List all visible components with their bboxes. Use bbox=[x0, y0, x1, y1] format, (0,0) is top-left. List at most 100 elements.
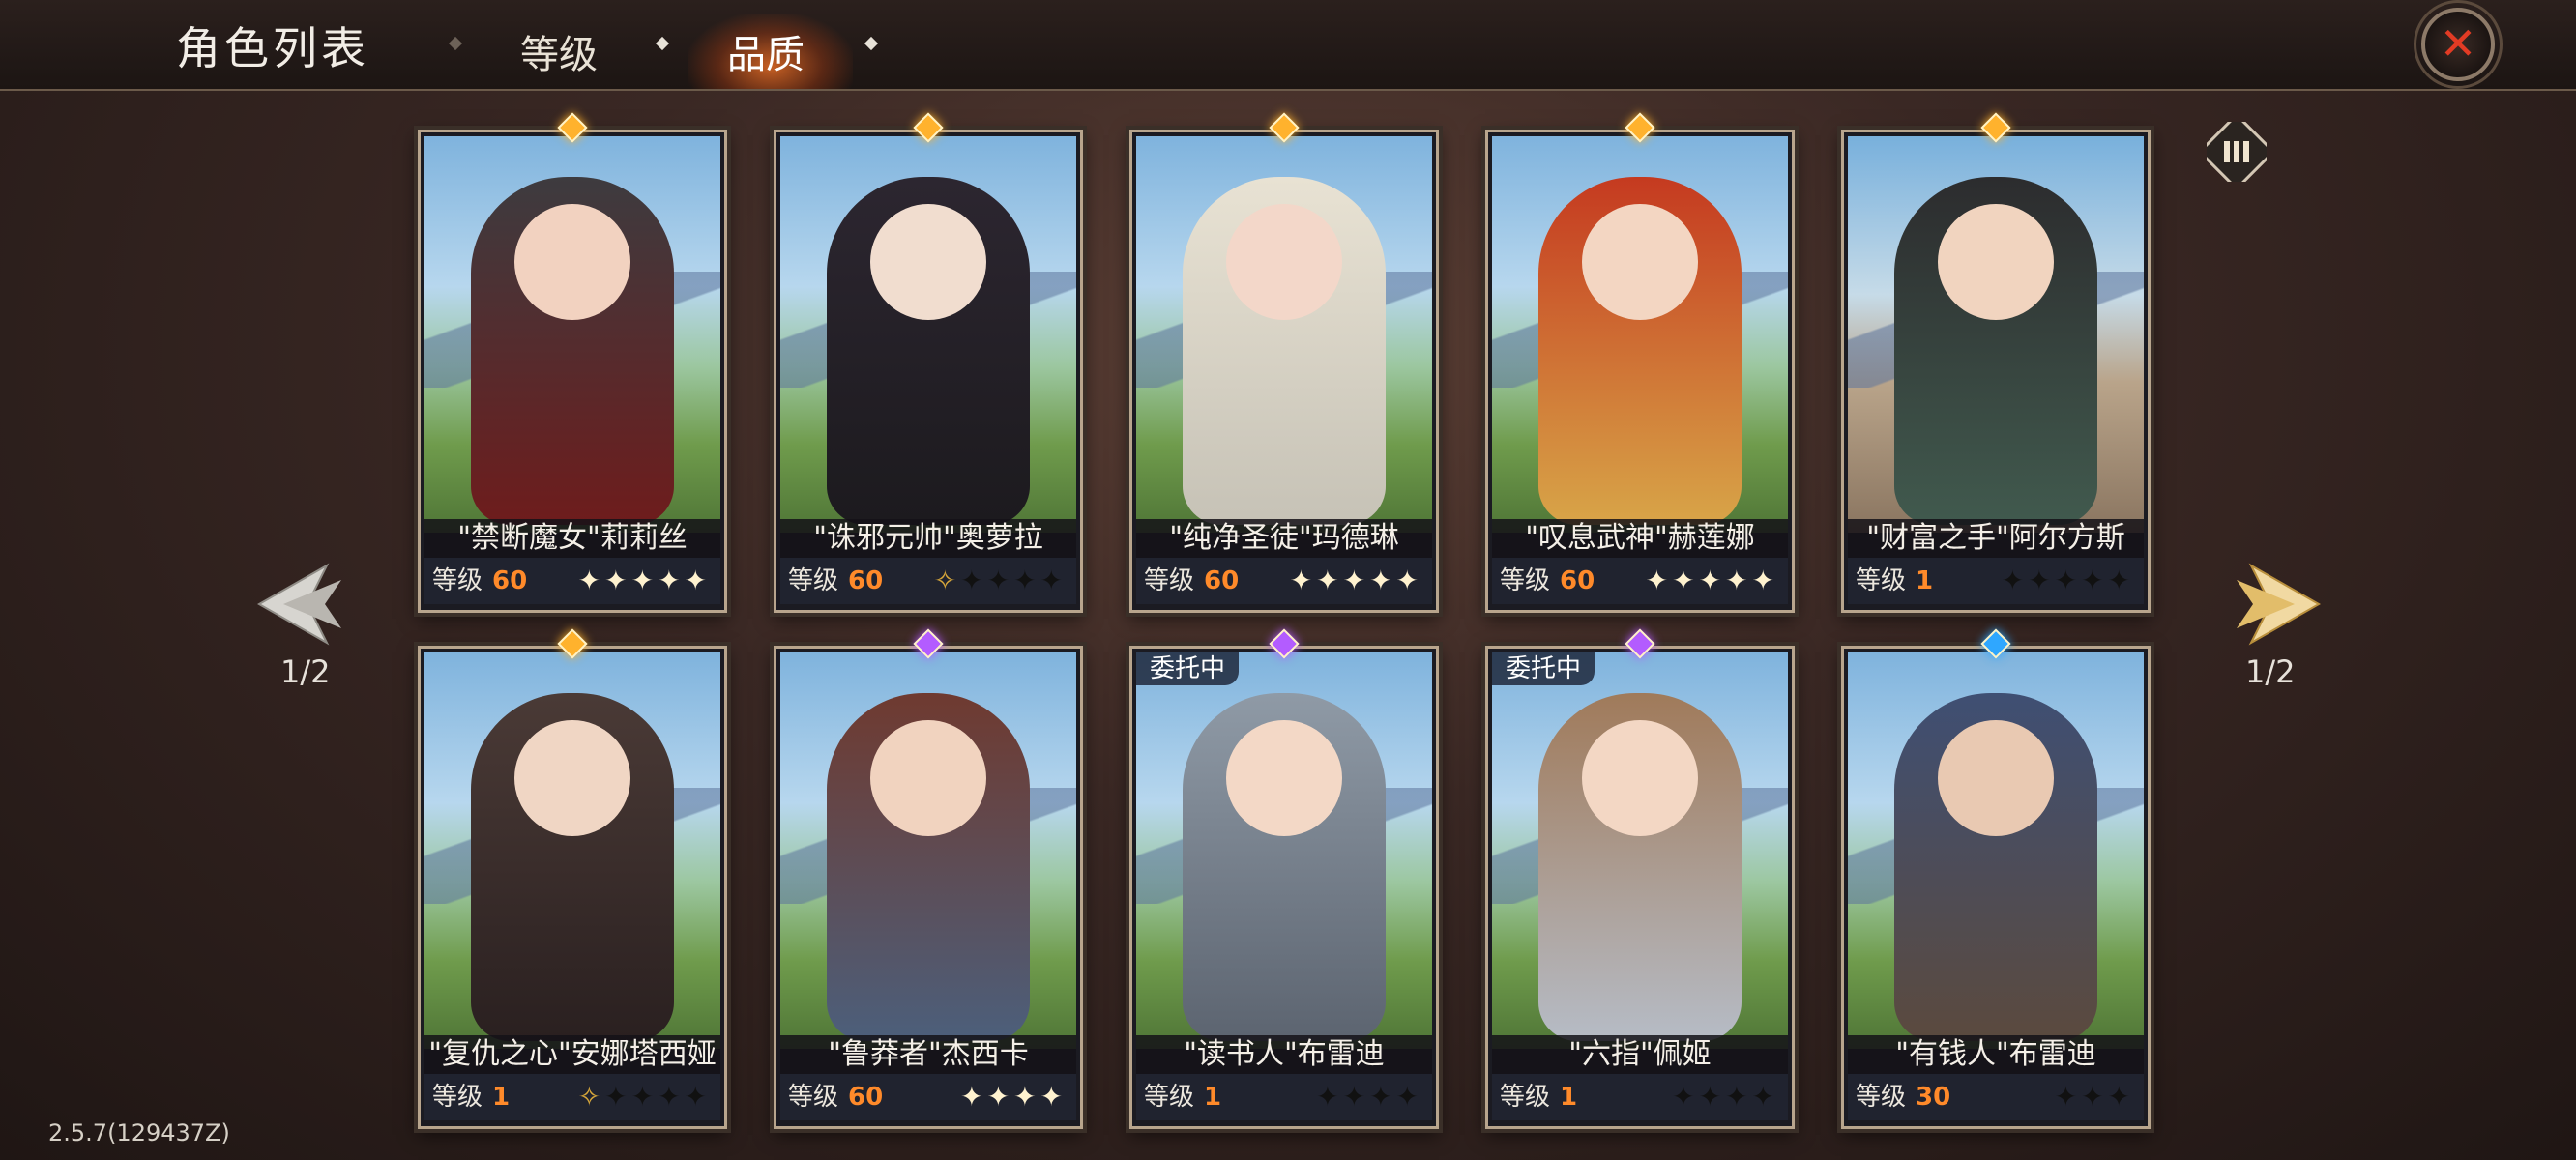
page-indicator-left: 1/2 bbox=[280, 653, 331, 690]
character-card[interactable]: "有钱人"布雷迪 等级 30 ✦✦✦ bbox=[1841, 628, 2151, 1129]
star-icon: ✦ bbox=[1645, 565, 1673, 596]
level-value: 60 bbox=[848, 566, 884, 595]
star-icon: ✦ bbox=[1751, 565, 1778, 596]
star-icon: ✦ bbox=[1698, 1081, 1726, 1113]
star-icon: ✦ bbox=[1395, 565, 1422, 596]
tab-divider-icon bbox=[864, 36, 879, 51]
star-rating: ✦✦✦ bbox=[2055, 1074, 2134, 1120]
tab-divider-icon bbox=[655, 36, 670, 51]
star-rating: ✦✦✦✦ bbox=[1316, 1074, 1422, 1120]
level-value: 60 bbox=[1560, 566, 1595, 595]
level-label: 等级 bbox=[1500, 566, 1551, 595]
star-icon: ✦ bbox=[1013, 565, 1040, 596]
level-row: 等级 60 ✦✦✦✦✦ bbox=[1136, 558, 1432, 604]
star-icon: ✦ bbox=[1672, 1081, 1699, 1113]
character-portrait bbox=[780, 136, 1076, 533]
star-icon: ✦ bbox=[1039, 1081, 1067, 1113]
star-rating: ✦✦✦✦✦ bbox=[2002, 558, 2134, 604]
star-icon: ✦ bbox=[1725, 1081, 1752, 1113]
character-name: "有钱人"布雷迪 bbox=[1848, 1035, 2144, 1074]
star-icon: ✦ bbox=[1725, 565, 1752, 596]
star-rating: ✦✦✦✦✦ bbox=[1646, 558, 1778, 604]
character-card[interactable]: "复仇之心"安娜塔西娅 等级 1 ✧✦✦✦✦ bbox=[418, 628, 727, 1129]
character-portrait bbox=[424, 652, 720, 1049]
character-name: "诛邪元帅"奥萝拉 bbox=[780, 519, 1076, 558]
character-card[interactable]: "财富之手"阿尔方斯 等级 1 ✦✦✦✦✦ bbox=[1841, 112, 2151, 613]
close-button[interactable]: ✕ bbox=[2421, 8, 2495, 81]
star-icon: ✦ bbox=[1342, 1081, 1370, 1113]
character-card[interactable]: "诛邪元帅"奥萝拉 等级 60 ✧✦✦✦✦ bbox=[774, 112, 1083, 613]
star-icon: ✦ bbox=[2081, 565, 2108, 596]
level-value: 1 bbox=[1916, 566, 1934, 595]
character-portrait bbox=[1848, 136, 2144, 533]
star-icon: ✦ bbox=[986, 565, 1014, 596]
star-icon: ✦ bbox=[658, 1081, 685, 1113]
star-icon: ✦ bbox=[1316, 1081, 1343, 1113]
version-label: 2.5.7(129437Z) bbox=[48, 1119, 230, 1146]
star-rating: ✧✦✦✦✦ bbox=[934, 558, 1067, 604]
star-icon: ✦ bbox=[1751, 1081, 1778, 1113]
character-name: "纯净圣徒"玛德琳 bbox=[1136, 519, 1432, 558]
level-value: 1 bbox=[1204, 1083, 1222, 1112]
status-badge: 委托中 bbox=[1492, 652, 1595, 685]
level-value: 1 bbox=[1560, 1083, 1578, 1112]
level-label: 等级 bbox=[432, 1083, 483, 1112]
level-row: 等级 30 ✦✦✦ bbox=[1848, 1074, 2144, 1120]
level-row: 等级 1 ✦✦✦✦ bbox=[1492, 1074, 1788, 1120]
character-portrait bbox=[1136, 136, 1432, 533]
star-icon: ✦ bbox=[658, 565, 685, 596]
character-portrait bbox=[1492, 652, 1788, 1049]
character-card[interactable]: "鲁莽者"杰西卡 等级 60 ✦✦✦✦ bbox=[774, 628, 1083, 1129]
level-label: 等级 bbox=[1500, 1083, 1551, 1112]
character-card[interactable]: 委托中 "读书人"布雷迪 等级 1 ✦✦✦✦ bbox=[1129, 628, 1439, 1129]
tab-level[interactable]: 等级 bbox=[520, 23, 598, 79]
star-icon: ✦ bbox=[986, 1081, 1014, 1113]
star-icon: ✦ bbox=[604, 1081, 631, 1113]
level-label: 等级 bbox=[1856, 1083, 1907, 1112]
star-rating: ✦✦✦✦ bbox=[1672, 1074, 1778, 1120]
star-rating: ✧✦✦✦✦ bbox=[578, 1074, 711, 1120]
star-icon: ✦ bbox=[960, 565, 987, 596]
level-row: 等级 60 ✦✦✦✦ bbox=[780, 1074, 1076, 1120]
character-name: "财富之手"阿尔方斯 bbox=[1848, 519, 2144, 558]
grid-view-toggle-icon[interactable] bbox=[2207, 122, 2267, 182]
star-icon: ✦ bbox=[2107, 565, 2134, 596]
character-card[interactable]: 委托中 "六指"佩姬 等级 1 ✦✦✦✦ bbox=[1485, 628, 1795, 1129]
star-icon: ✦ bbox=[577, 565, 605, 596]
level-value: 1 bbox=[492, 1083, 511, 1112]
star-icon: ✦ bbox=[684, 1081, 711, 1113]
character-name: "禁断魔女"莉莉丝 bbox=[424, 519, 720, 558]
star-icon: ✦ bbox=[2054, 565, 2082, 596]
level-value: 60 bbox=[848, 1083, 884, 1112]
star-icon: ✦ bbox=[1316, 565, 1343, 596]
character-name: "复仇之心"安娜塔西娅 bbox=[424, 1035, 720, 1074]
tab-divider-icon bbox=[448, 36, 463, 51]
character-portrait bbox=[1492, 136, 1788, 533]
star-icon: ✦ bbox=[1342, 565, 1370, 596]
level-row: 等级 1 ✧✦✦✦✦ bbox=[424, 1074, 720, 1120]
level-row: 等级 60 ✦✦✦✦✦ bbox=[424, 558, 720, 604]
star-rating: ✦✦✦✦ bbox=[960, 1074, 1067, 1120]
star-icon: ✦ bbox=[630, 1081, 659, 1113]
level-value: 60 bbox=[492, 566, 528, 595]
star-icon: ✦ bbox=[1672, 565, 1699, 596]
star-icon: ✦ bbox=[2028, 565, 2055, 596]
close-icon: ✕ bbox=[2439, 16, 2477, 70]
star-icon: ✦ bbox=[684, 565, 711, 596]
character-card[interactable]: "禁断魔女"莉莉丝 等级 60 ✦✦✦✦✦ bbox=[418, 112, 727, 613]
tab-quality[interactable]: 品质 bbox=[727, 23, 805, 79]
level-value: 30 bbox=[1916, 1083, 1951, 1112]
star-icon: ✦ bbox=[1289, 565, 1317, 596]
star-icon: ✦ bbox=[960, 1081, 987, 1113]
character-name: "鲁莽者"杰西卡 bbox=[780, 1035, 1076, 1074]
character-card[interactable]: "纯净圣徒"玛德琳 等级 60 ✦✦✦✦✦ bbox=[1129, 112, 1439, 613]
next-page-arrow-icon[interactable] bbox=[2222, 551, 2328, 657]
character-portrait bbox=[1848, 652, 2144, 1049]
star-icon: ✦ bbox=[1698, 565, 1726, 596]
character-card[interactable]: "叹息武神"赫莲娜 等级 60 ✦✦✦✦✦ bbox=[1485, 112, 1795, 613]
level-label: 等级 bbox=[788, 566, 839, 595]
prev-page-arrow-icon[interactable] bbox=[249, 551, 356, 657]
character-portrait bbox=[780, 652, 1076, 1049]
status-badge: 委托中 bbox=[1136, 652, 1240, 685]
star-icon: ✦ bbox=[1369, 565, 1396, 596]
